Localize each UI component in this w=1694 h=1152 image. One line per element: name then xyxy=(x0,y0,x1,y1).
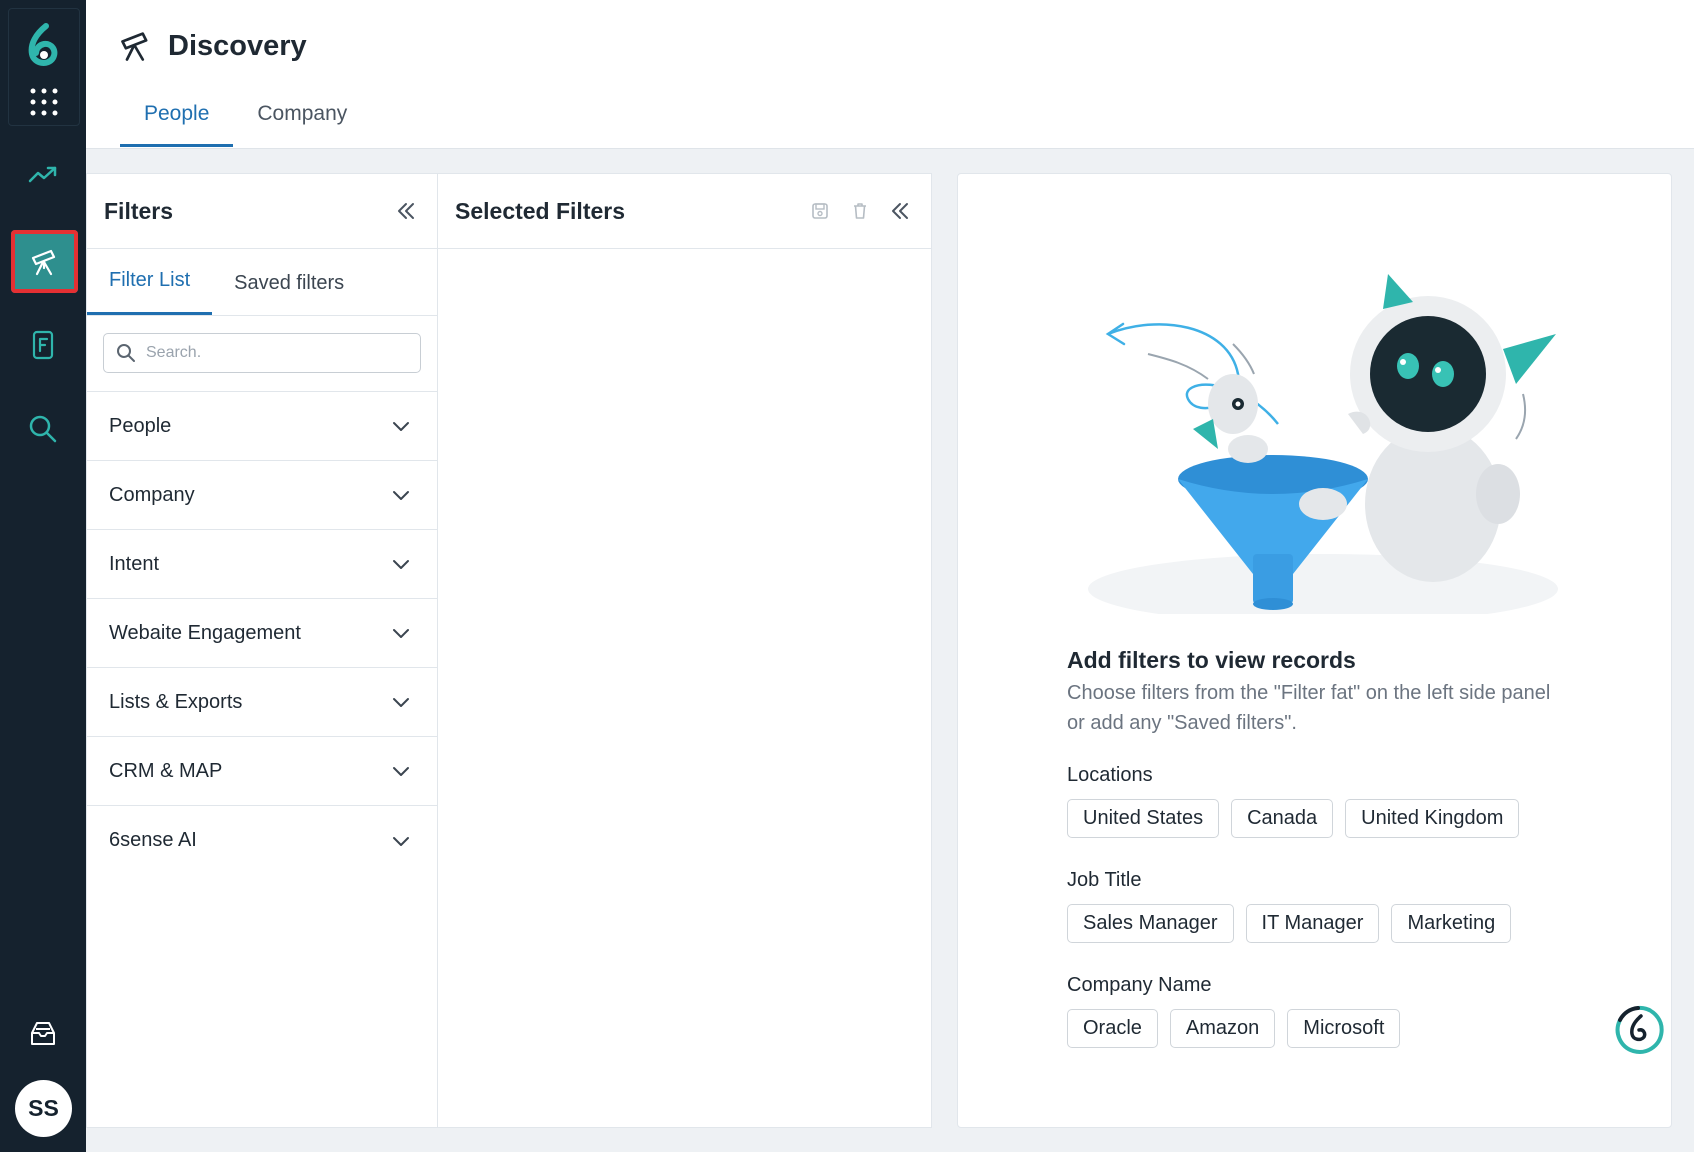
chevron-down-icon xyxy=(393,629,409,638)
category-label: Webaite Engagement xyxy=(109,621,301,644)
chevron-down-icon xyxy=(393,698,409,707)
filter-search-wrap xyxy=(87,316,437,392)
suggestion-chip[interactable]: Marketing xyxy=(1391,904,1512,943)
suggestion-chip[interactable]: Amazon xyxy=(1169,1009,1276,1048)
category-label: People xyxy=(109,414,172,437)
selected-filters-actions xyxy=(807,198,913,224)
suggestion-chip[interactable]: United Kingdom xyxy=(1345,799,1520,838)
trash-icon xyxy=(854,203,866,219)
robot-funnel-illustration xyxy=(1088,274,1558,614)
rail-item-inbox[interactable] xyxy=(16,1006,70,1060)
search-icon xyxy=(117,344,135,362)
subtab-filter-list[interactable]: Filter List xyxy=(87,269,213,315)
filters-title: Filters xyxy=(104,197,174,224)
filters-panel: Filters Filter List Saved filters People… xyxy=(86,173,438,1128)
filter-category-lists-exports[interactable]: Lists & Exports xyxy=(87,668,437,737)
suggestion-chip[interactable]: IT Manager xyxy=(1245,904,1380,943)
sixsense-assistant-icon[interactable] xyxy=(1612,1004,1664,1056)
filter-category-website-engagement[interactable]: Webaite Engagement xyxy=(87,599,437,668)
clear-filters-button[interactable] xyxy=(847,198,873,224)
suggestion-group-label: Job Title xyxy=(1067,869,1142,891)
filters-subtabs: Filter List Saved filters xyxy=(87,249,437,316)
page-header: Discovery People Company xyxy=(86,0,1694,149)
suggestion-group-label: Locations xyxy=(1067,764,1153,786)
form-icon xyxy=(32,330,54,360)
suggestion-chip[interactable]: Oracle xyxy=(1067,1009,1158,1048)
suggestion-chips-locations: United States Canada United Kingdom xyxy=(1067,799,1520,838)
filter-search-box xyxy=(103,333,421,373)
save-icon xyxy=(812,203,828,219)
inbox-tray-icon xyxy=(31,1022,55,1045)
telescope-icon xyxy=(31,249,55,275)
rail-item-discovery[interactable] xyxy=(11,230,78,293)
rail-item-forms[interactable] xyxy=(16,318,70,372)
suggestion-chip[interactable]: Canada xyxy=(1231,799,1334,838)
rail-item-search[interactable] xyxy=(16,402,70,456)
suggestion-group-label: Company Name xyxy=(1067,974,1212,996)
rail-item-analytics[interactable] xyxy=(16,148,70,202)
subtab-saved-filters[interactable]: Saved filters xyxy=(212,272,366,315)
chevron-down-icon xyxy=(393,560,409,569)
filter-search-input[interactable] xyxy=(146,344,396,362)
records-empty-state: Add filters to view records Choose filte… xyxy=(957,173,1672,1128)
selected-filters-header: Selected Filters xyxy=(438,174,931,249)
filter-category-intent[interactable]: Intent xyxy=(87,530,437,599)
save-filters-button[interactable] xyxy=(807,198,833,224)
selected-filters-panel: Selected Filters xyxy=(437,173,932,1128)
category-label: Lists & Exports xyxy=(109,690,243,713)
trend-line-icon xyxy=(28,166,57,183)
sixsense-logo-icon[interactable] xyxy=(22,22,64,70)
suggestion-chips-company-name: Oracle Amazon Microsoft xyxy=(1067,1009,1401,1048)
search-icon xyxy=(29,415,57,443)
suggestion-chip[interactable]: Sales Manager xyxy=(1067,904,1234,943)
double-chevron-left-icon xyxy=(892,203,908,219)
tab-people[interactable]: People xyxy=(120,102,234,147)
suggestion-chips-job-title: Sales Manager IT Manager Marketing xyxy=(1067,904,1512,943)
category-label: 6sense AI xyxy=(109,829,197,851)
apps-grid-icon[interactable] xyxy=(28,86,60,118)
category-label: Company xyxy=(109,483,195,506)
filter-category-company[interactable]: Company xyxy=(87,461,437,530)
filter-category-6sense-ai[interactable]: 6sense AI xyxy=(87,806,437,875)
main-tabs: People Company xyxy=(120,102,371,147)
filter-category-crm-map[interactable]: CRM & MAP xyxy=(87,737,437,806)
category-label: CRM & MAP xyxy=(109,759,223,782)
chevron-down-icon xyxy=(393,767,409,776)
collapse-filters-button[interactable] xyxy=(393,198,419,224)
empty-state-description: Choose filters from the "Filter fat" on … xyxy=(1067,682,1551,734)
double-chevron-left-icon xyxy=(398,203,414,219)
page-title: Discovery xyxy=(168,29,307,62)
chevron-down-icon xyxy=(393,422,409,431)
telescope-icon xyxy=(121,32,148,61)
filters-header: Filters xyxy=(87,174,437,249)
filter-category-people[interactable]: People xyxy=(87,392,437,461)
suggestion-chip[interactable]: United States xyxy=(1067,799,1220,838)
page-title-group: Discovery xyxy=(118,28,307,64)
category-label: Intent xyxy=(109,552,160,575)
chevron-down-icon xyxy=(393,836,409,846)
empty-state-title: Add filters to view records xyxy=(1067,647,1356,673)
tab-company[interactable]: Company xyxy=(233,102,371,147)
collapse-selected-button[interactable] xyxy=(887,198,913,224)
user-avatar[interactable]: SS xyxy=(15,1080,72,1137)
chevron-down-icon xyxy=(393,491,409,500)
app-rail: SS xyxy=(0,0,86,1152)
selected-filters-title: Selected Filters xyxy=(455,197,626,224)
suggestion-chip[interactable]: Microsoft xyxy=(1287,1009,1401,1048)
